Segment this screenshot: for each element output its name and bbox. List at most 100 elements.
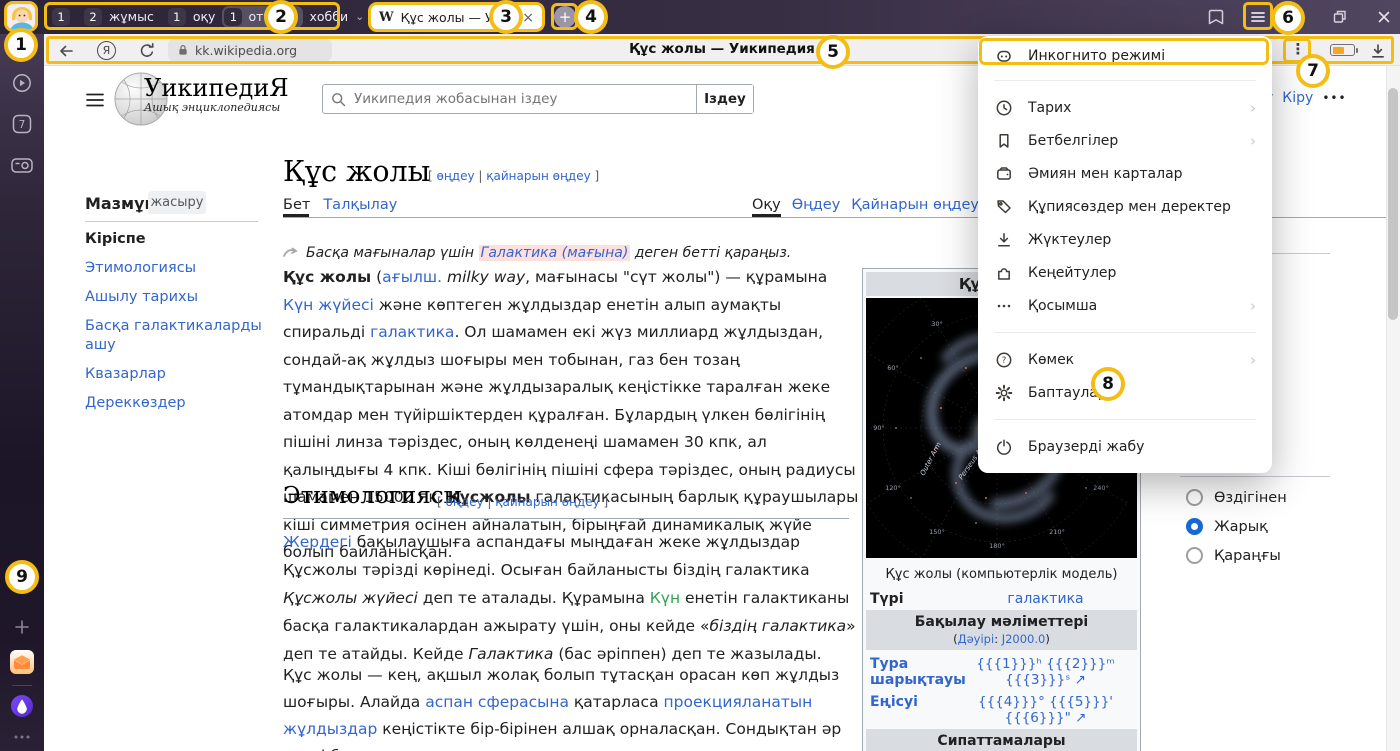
panel-divider [1272, 253, 1330, 254]
browser-menu-hamburger-icon[interactable] [1248, 7, 1268, 27]
url-field[interactable]: kk.wikipedia.org [168, 39, 332, 61]
external-link-icon[interactable]: ↗ [1075, 710, 1086, 726]
yandex-services-icon[interactable]: Я [97, 41, 116, 60]
menu-item-quit[interactable]: Браузерді жабу [978, 430, 1272, 463]
sidebar-more-icon[interactable] [13, 734, 31, 740]
link-green[interactable]: Күн [650, 589, 680, 607]
battery-icon[interactable] [1330, 44, 1355, 56]
toc-item[interactable]: Басқа галактикаларды ашу [85, 317, 265, 355]
side-panel-bookmark-icon[interactable] [1206, 7, 1226, 27]
power-icon [994, 437, 1014, 457]
menu-item-settings[interactable]: Баптаулар [978, 376, 1272, 409]
login-link[interactable]: Кіру [1282, 90, 1313, 106]
yandex-browser-logo-icon[interactable] [10, 694, 34, 718]
radio-auto[interactable]: Өздігінен [1186, 489, 1287, 506]
annotation-circle-3: 3 [489, 0, 523, 34]
edit-source-link[interactable]: қайнарын өңдеу [495, 495, 599, 509]
hatnote-link[interactable]: Галактика (мағына) [479, 245, 631, 261]
svg-text:?: ? [1002, 356, 1007, 366]
search-input[interactable] [354, 91, 696, 107]
menu-item-incognito[interactable]: Инкогнито режимі [978, 42, 1272, 70]
wiki-brand[interactable]: УикипедиЯ Ашық энциклопедиясы [144, 76, 289, 114]
menu-item-extensions[interactable]: Кеңейтулер [978, 256, 1272, 289]
puzzle-icon [994, 263, 1014, 283]
svg-text:90°: 90° [873, 424, 885, 432]
wiki-brand-subtitle: Ашық энциклопедиясы [144, 101, 289, 114]
tab-group-badge[interactable]: 1 [52, 8, 70, 26]
external-link-icon[interactable]: ↗ [1075, 672, 1086, 688]
new-tab-button[interactable]: + [554, 6, 576, 28]
search-icon [330, 91, 347, 108]
tab-counter-icon[interactable]: 7 [11, 113, 33, 135]
link[interactable]: галактика [370, 323, 454, 341]
search-button[interactable]: Іздеу [696, 85, 753, 113]
toc-item-intro[interactable]: Кіріспе [85, 230, 265, 249]
article-tabs-left: Бет Талқылау [283, 197, 397, 213]
edit-source-link[interactable]: қайнарын өңдеу [486, 169, 590, 183]
tab-group-badge[interactable]: 1 [168, 8, 186, 26]
sidebar-add-icon[interactable] [13, 618, 31, 636]
svg-text:120°: 120° [885, 484, 901, 492]
window-close-icon[interactable] [1374, 7, 1394, 27]
toc-item[interactable]: Этимологиясы [85, 259, 265, 278]
tab-talk[interactable]: Талқылау [323, 197, 397, 213]
link[interactable]: Жердегі [283, 533, 352, 551]
appearance-divider [1180, 476, 1330, 477]
yandex-mail-icon[interactable] [10, 650, 34, 674]
link[interactable]: галактика [1007, 591, 1083, 607]
video-play-icon[interactable] [11, 72, 33, 94]
menu-item-downloads[interactable]: Жүктеулер [978, 223, 1272, 256]
address-bar-page-title: Құс жолы — Уикипедия [422, 41, 1022, 57]
screenshot-tool-icon[interactable] [10, 154, 34, 176]
menu-item-bookmarks[interactable]: Бетбелгілер › [978, 124, 1272, 157]
tab-read[interactable]: Оқу [752, 197, 781, 213]
redirect-arrow-icon [283, 247, 300, 259]
epoch-link[interactable]: Дәуірі [958, 632, 995, 646]
toc-divider [85, 221, 258, 222]
menu-item-history[interactable]: Тарих › [978, 91, 1272, 124]
radio-dark[interactable]: Қараңғы [1186, 547, 1281, 564]
tab-group-label[interactable]: жұмыс [109, 9, 154, 24]
wiki-main-menu-icon[interactable] [84, 89, 106, 111]
key-tag-icon [994, 197, 1014, 217]
svg-text:180°: 180° [989, 542, 1005, 550]
menu-item-wallet[interactable]: Әмиян мен карталар [978, 157, 1272, 190]
scrollbar-thumb[interactable] [1388, 88, 1398, 320]
tab-group-badge[interactable]: 2 [84, 8, 102, 26]
tab-page[interactable]: Бет [283, 197, 310, 213]
profile-avatar[interactable] [6, 3, 38, 31]
more-options-icon[interactable]: ••• [1322, 91, 1346, 105]
tab-group-label[interactable]: хобби [310, 9, 349, 24]
toc-item[interactable]: Ашылу тарихы [85, 288, 265, 307]
ra-link[interactable]: Тура шарықтауы [870, 656, 966, 688]
link[interactable]: аспан сферасына [425, 693, 569, 711]
menu-item-more[interactable]: Қосымша › [978, 289, 1272, 322]
chevron-right-icon: › [1250, 132, 1256, 150]
tab-close-icon[interactable]: × [522, 11, 534, 25]
menu-item-help[interactable]: ? Көмек › [978, 343, 1272, 376]
menu-item-passwords[interactable]: Құпиясөздер мен деректер [978, 190, 1272, 223]
chevron-down-icon[interactable]: ⌄ [355, 10, 364, 23]
intro-paragraph: Құс жолы (ағылш. milky way, мағынасы "сү… [283, 264, 859, 567]
toc-item[interactable]: Квазарлар [85, 365, 265, 384]
edit-link[interactable]: өңдеу [437, 169, 475, 183]
dec-link[interactable]: Еңісуі [870, 694, 918, 710]
downloads-icon[interactable] [1368, 41, 1388, 61]
radio-light[interactable]: Жарық [1186, 518, 1268, 535]
back-icon[interactable] [56, 41, 76, 61]
tab-edit[interactable]: Өңдеу [792, 197, 841, 213]
toc-hide-button[interactable]: жасыру [148, 191, 206, 214]
annotation-circle-2: 2 [264, 0, 298, 34]
link[interactable]: Күн жүйесі [283, 296, 374, 314]
edit-link[interactable]: өңдеу [446, 495, 484, 509]
tab-edit-source[interactable]: Қайнарын өңдеу [851, 197, 978, 213]
epoch-value-link[interactable]: J2000.0 [1002, 632, 1046, 646]
reload-icon[interactable] [137, 41, 157, 61]
window-restore-icon[interactable] [1330, 7, 1350, 27]
link[interactable]: ағылш. [382, 268, 442, 286]
toc-item[interactable]: Дереккөздер [85, 394, 265, 413]
svg-text:30°: 30° [931, 320, 943, 328]
wikipedia-favicon: W [379, 10, 394, 25]
tab-group-label[interactable]: оқу [193, 9, 216, 24]
annotation-circle-6: 6 [1271, 1, 1305, 35]
